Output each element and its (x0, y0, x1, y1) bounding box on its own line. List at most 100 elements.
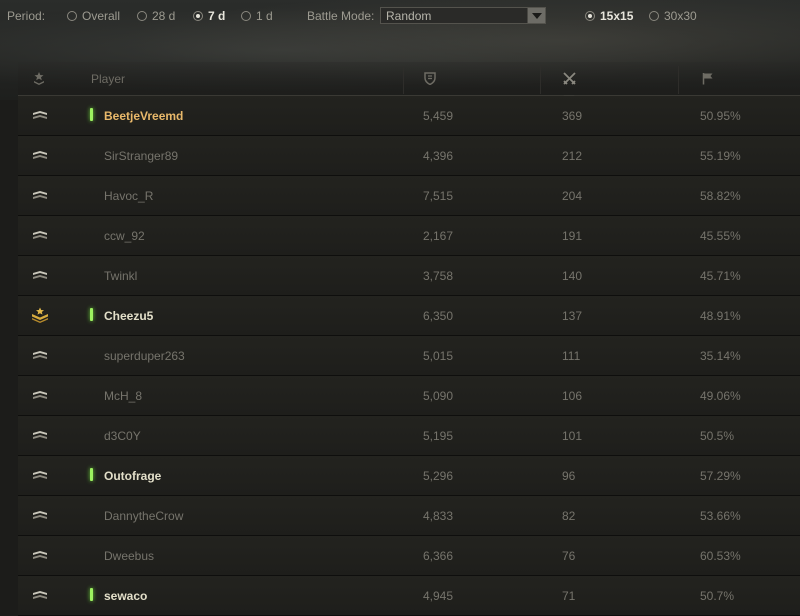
private-rank-icon (32, 110, 48, 122)
table-body: BeetjeVreemd 5,459 369 50.95% SirStranger89 4… (18, 96, 800, 616)
battles-value: 191 (562, 229, 583, 243)
period-option-28d[interactable]: 28 d (137, 9, 175, 23)
rating-value: 5,015 (423, 349, 454, 363)
rating-value: 4,833 (423, 509, 454, 523)
shield-icon (424, 72, 436, 86)
player-name[interactable]: DannytheCrow (104, 509, 183, 523)
players-table: Player BeetjeVreemd 5,459 369 50.95% SirStra… (18, 62, 800, 616)
period-option-overall[interactable]: Overall (67, 9, 120, 23)
battles-value: 204 (562, 189, 583, 203)
rating-value: 2,167 (423, 229, 454, 243)
rating-value: 5,459 (423, 109, 454, 123)
period-option-7d[interactable]: 7 d (193, 9, 225, 23)
table-row[interactable]: SirStranger89 4,396 212 55.19% (18, 136, 800, 176)
winrate-value: 49.06% (700, 389, 741, 403)
table-row[interactable]: McH_8 5,090 106 49.06% (18, 376, 800, 416)
radio-selected-icon (585, 11, 595, 21)
radio-icon (67, 11, 77, 21)
table-row[interactable]: Twinkl 3,758 140 45.71% (18, 256, 800, 296)
winrate-value: 50.95% (700, 109, 741, 123)
winrate-value: 60.53% (700, 549, 741, 563)
radio-icon (137, 11, 147, 21)
private-rank-icon (32, 390, 48, 402)
player-name[interactable]: d3C0Y (104, 429, 141, 443)
private-rank-icon (32, 230, 48, 242)
online-indicator-icon (90, 308, 93, 321)
format-15x15-label: 15x15 (600, 9, 634, 23)
period-1d-label: 1 d (256, 9, 273, 23)
player-column-header[interactable]: Player (91, 72, 125, 86)
rating-value: 3,758 (423, 269, 454, 283)
table-row[interactable]: sewaco 4,945 71 50.7% (18, 576, 800, 616)
table-row[interactable]: Havoc_R 7,515 204 58.82% (18, 176, 800, 216)
online-indicator-icon (90, 588, 93, 601)
battles-value: 106 (562, 389, 583, 403)
battles-value: 369 (562, 109, 583, 123)
battles-column-header[interactable] (563, 72, 576, 88)
period-7d-label: 7 d (208, 9, 226, 23)
rating-value: 5,090 (423, 389, 454, 403)
player-name[interactable]: BeetjeVreemd (104, 109, 183, 123)
winrate-value: 53.66% (700, 509, 741, 523)
period-overall-label: Overall (82, 9, 121, 23)
player-name[interactable]: Havoc_R (104, 189, 153, 203)
player-name[interactable]: Twinkl (104, 269, 137, 283)
crossed-swords-icon (563, 72, 576, 85)
radio-icon (241, 11, 251, 21)
chevron-down-icon[interactable] (527, 8, 545, 23)
table-row[interactable]: d3C0Y 5,195 101 50.5% (18, 416, 800, 456)
column-divider (403, 66, 404, 94)
table-row[interactable]: BeetjeVreemd 5,459 369 50.95% (18, 96, 800, 136)
rating-column-header[interactable] (424, 72, 436, 88)
winrate-value: 48.91% (700, 309, 741, 323)
player-name[interactable]: Cheezu5 (104, 309, 153, 323)
private-rank-icon (32, 350, 48, 362)
rating-value: 5,195 (423, 429, 454, 443)
winrate-column-header[interactable] (702, 72, 714, 88)
winrate-value: 58.82% (700, 189, 741, 203)
table-header: Player (18, 62, 800, 100)
battles-value: 71 (562, 589, 576, 603)
rank-icon (34, 72, 44, 85)
battles-value: 96 (562, 469, 576, 483)
flag-icon (702, 73, 713, 85)
private-rank-icon (32, 270, 48, 282)
table-row[interactable]: Cheezu5 6,350 137 48.91% (18, 296, 800, 336)
table-row[interactable]: DannytheCrow 4,833 82 53.66% (18, 496, 800, 536)
rating-value: 4,945 (423, 589, 454, 603)
rating-value: 6,366 (423, 549, 454, 563)
table-row[interactable]: Outofrage 5,296 96 57.29% (18, 456, 800, 496)
winrate-value: 45.55% (700, 229, 741, 243)
winrate-value: 55.19% (700, 149, 741, 163)
table-row[interactable]: superduper263 5,015 111 35.14% (18, 336, 800, 376)
battles-value: 82 (562, 509, 576, 523)
period-label: Period: (7, 9, 46, 23)
battles-value: 76 (562, 549, 576, 563)
format-option-15x15[interactable]: 15x15 (585, 9, 633, 23)
player-name[interactable]: ccw_92 (104, 229, 145, 243)
player-name[interactable]: McH_8 (104, 389, 142, 403)
player-name[interactable]: Outofrage (104, 469, 161, 483)
rating-value: 4,396 (423, 149, 454, 163)
period-28d-label: 28 d (152, 9, 176, 23)
rating-value: 7,515 (423, 189, 454, 203)
battles-value: 111 (562, 349, 581, 363)
battles-value: 212 (562, 149, 583, 163)
private-rank-icon (32, 590, 48, 602)
winrate-value: 45.71% (700, 269, 741, 283)
battle-mode-value: Random (386, 9, 432, 23)
winrate-value: 50.7% (700, 589, 735, 603)
private-rank-icon (32, 510, 48, 522)
table-row[interactable]: ccw_92 2,167 191 45.55% (18, 216, 800, 256)
battle-mode-select[interactable]: Random (380, 7, 546, 24)
battles-value: 140 (562, 269, 583, 283)
rank-column-header[interactable] (32, 71, 46, 88)
player-name[interactable]: Dweebus (104, 549, 154, 563)
player-name[interactable]: SirStranger89 (104, 149, 178, 163)
format-option-30x30[interactable]: 30x30 (649, 9, 697, 23)
period-option-1d[interactable]: 1 d (241, 9, 273, 23)
player-name[interactable]: sewaco (104, 589, 147, 603)
column-divider (678, 66, 679, 94)
table-row[interactable]: Dweebus 6,366 76 60.53% (18, 536, 800, 576)
player-name[interactable]: superduper263 (104, 349, 185, 363)
